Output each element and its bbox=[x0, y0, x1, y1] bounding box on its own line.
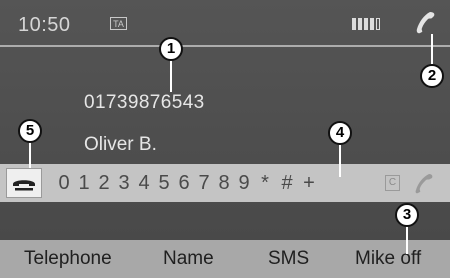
hang-up-button[interactable] bbox=[6, 168, 42, 198]
callout-2-leader bbox=[431, 34, 433, 64]
softkey-telephone[interactable]: Telephone bbox=[24, 248, 112, 270]
clock: 10:50 bbox=[18, 14, 71, 36]
softkey-bar: Telephone Name SMS Mike off bbox=[0, 240, 450, 278]
dial-key-2[interactable]: 2 bbox=[94, 172, 114, 195]
softkey-mike-off[interactable]: Mike off bbox=[355, 248, 421, 270]
phone-handset-icon bbox=[416, 12, 435, 34]
status-divider bbox=[0, 45, 450, 47]
hang-up-icon bbox=[13, 180, 35, 191]
callout-marker-4: 4 bbox=[328, 121, 352, 145]
signal-bar bbox=[370, 18, 374, 30]
dial-key-5[interactable]: 5 bbox=[154, 172, 174, 195]
dial-key-6[interactable]: 6 bbox=[174, 172, 194, 195]
dial-key-9[interactable]: 9 bbox=[234, 172, 254, 195]
callout-5-leader bbox=[29, 142, 31, 168]
dial-key-0[interactable]: 0 bbox=[54, 172, 74, 195]
softkey-name[interactable]: Name bbox=[163, 248, 214, 270]
callout-marker-3: 3 bbox=[395, 203, 419, 227]
softkey-sms[interactable]: SMS bbox=[268, 248, 309, 270]
callout-1-leader bbox=[170, 60, 172, 92]
contact-name: Oliver B. bbox=[84, 134, 157, 155]
clear-button[interactable]: C bbox=[385, 175, 400, 191]
callout-marker-1: 1 bbox=[159, 37, 183, 61]
telephone-screen: 10:50 TA 01739876543 Oliver B. 0 1 2 3 4 bbox=[0, 0, 450, 278]
dial-key-plus[interactable]: + bbox=[298, 172, 320, 195]
dial-key-1[interactable]: 1 bbox=[74, 172, 94, 195]
callout-marker-2: 2 bbox=[420, 64, 444, 88]
traffic-announcement-icon: TA bbox=[110, 17, 127, 30]
signal-bar bbox=[352, 18, 356, 30]
status-bar: 10:50 TA bbox=[0, 0, 450, 46]
dial-key-7[interactable]: 7 bbox=[194, 172, 214, 195]
dial-key-4[interactable]: 4 bbox=[134, 172, 154, 195]
signal-strength-icon bbox=[352, 18, 380, 30]
callout-3-leader bbox=[406, 226, 408, 254]
dial-call-icon[interactable] bbox=[414, 172, 436, 194]
signal-bar-empty bbox=[376, 18, 380, 30]
dial-key-8[interactable]: 8 bbox=[214, 172, 234, 195]
dial-row: 0 1 2 3 4 5 6 7 8 9 * # + C bbox=[0, 164, 450, 202]
phone-number: 01739876543 bbox=[84, 92, 205, 113]
callout-4-leader bbox=[339, 145, 341, 177]
signal-bar bbox=[358, 18, 362, 30]
dial-key-star[interactable]: * bbox=[254, 172, 276, 195]
dial-key-3[interactable]: 3 bbox=[114, 172, 134, 195]
dial-keys: 0 1 2 3 4 5 6 7 8 9 * # + bbox=[54, 164, 320, 202]
signal-bar bbox=[364, 18, 368, 30]
callout-marker-5: 5 bbox=[18, 119, 42, 143]
dial-key-hash[interactable]: # bbox=[276, 172, 298, 195]
